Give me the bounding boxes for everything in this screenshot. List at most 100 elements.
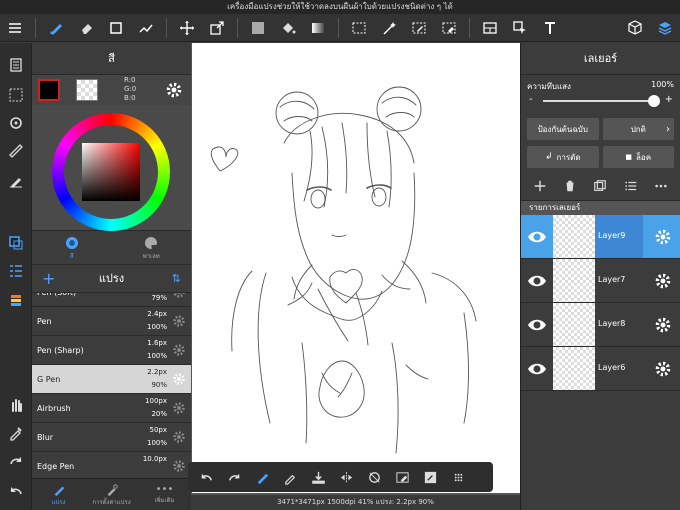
blend-mode-button[interactable]: ปกติ › bbox=[602, 118, 674, 140]
magic-wand-icon[interactable] bbox=[377, 16, 401, 40]
fill-color-icon[interactable] bbox=[246, 16, 270, 40]
layer-settings-gear-icon[interactable] bbox=[654, 228, 672, 246]
quick-clear-icon[interactable] bbox=[389, 464, 415, 490]
quick-brush-icon[interactable] bbox=[249, 464, 275, 490]
brush-settings-gear-icon[interactable] bbox=[172, 372, 186, 386]
material-icon[interactable] bbox=[623, 16, 647, 40]
brush-item[interactable]: Pen 2.4px 100% bbox=[32, 307, 191, 336]
rotate-icon[interactable] bbox=[4, 111, 28, 135]
opacity-plus-button[interactable]: + bbox=[665, 94, 673, 105]
brush-opacity: 90% bbox=[151, 381, 167, 389]
layer-row[interactable]: Layer8 bbox=[521, 303, 680, 347]
transform-tool-icon[interactable] bbox=[205, 16, 229, 40]
visibility-eye-icon[interactable] bbox=[527, 316, 547, 334]
brush-tool-icon[interactable] bbox=[44, 16, 68, 40]
ruler-icon[interactable] bbox=[4, 139, 28, 163]
layer-settings-gear-icon[interactable] bbox=[654, 360, 672, 378]
brush-settings-gear-icon[interactable] bbox=[172, 343, 186, 357]
layer-row[interactable]: Layer7 bbox=[521, 259, 680, 303]
quick-more-icon[interactable] bbox=[445, 464, 471, 490]
tab-color[interactable]: สี bbox=[32, 231, 112, 264]
color-panel-icon[interactable] bbox=[4, 231, 28, 255]
duplicate-layer-icon[interactable] bbox=[593, 179, 607, 193]
brush-item[interactable]: Airbrush 100px 20% bbox=[32, 394, 191, 423]
redo-icon[interactable] bbox=[4, 449, 28, 473]
brush-settings-gear-icon[interactable] bbox=[172, 401, 186, 415]
menu-icon[interactable] bbox=[3, 16, 27, 40]
gallery-icon[interactable] bbox=[4, 53, 28, 77]
quick-undo-icon[interactable] bbox=[193, 464, 219, 490]
brush-settings-gear-icon[interactable] bbox=[172, 459, 186, 473]
layer-settings-gear-icon[interactable] bbox=[654, 316, 672, 334]
chevron-right-icon: › bbox=[666, 123, 670, 135]
layer-row[interactable]: Layer9 bbox=[521, 215, 680, 259]
visibility-eye-icon[interactable] bbox=[527, 272, 547, 290]
brush-name: G Pen bbox=[37, 375, 61, 384]
protect-alpha-button[interactable]: ป้องกันต้นฉบับ bbox=[527, 118, 599, 140]
clipping-button[interactable]: ↲ การตัด bbox=[527, 146, 599, 168]
undo-icon[interactable] bbox=[4, 479, 28, 503]
layer-settings-gear-icon[interactable] bbox=[654, 272, 672, 290]
visibility-eye-icon[interactable] bbox=[527, 228, 547, 246]
tab-brush[interactable]: แปรง bbox=[32, 479, 85, 510]
pen-icon[interactable] bbox=[4, 169, 28, 193]
brush-item[interactable]: Pen (Sharp) 1.6px 100% bbox=[32, 336, 191, 365]
object-tool-icon[interactable] bbox=[508, 16, 532, 40]
color-brush-panel: สี R:0 G:0 B:0 สี พาเลท + แปรง ⇅ 79% Pen… bbox=[32, 43, 191, 510]
hand-icon[interactable] bbox=[4, 393, 28, 417]
delete-layer-icon[interactable] bbox=[563, 179, 577, 193]
layer-thumbnail bbox=[553, 347, 595, 390]
opacity-slider-knob[interactable] bbox=[648, 95, 660, 107]
quick-redo-icon[interactable] bbox=[221, 464, 247, 490]
quick-save-icon[interactable] bbox=[305, 464, 331, 490]
saturation-square[interactable] bbox=[82, 143, 140, 201]
visibility-eye-icon[interactable] bbox=[527, 360, 547, 378]
select-tool-icon[interactable] bbox=[347, 16, 371, 40]
quick-flip-icon[interactable] bbox=[333, 464, 359, 490]
brush-item[interactable]: Edge Pen 10.0px bbox=[32, 452, 191, 479]
add-layer-icon[interactable] bbox=[533, 179, 547, 193]
selection-icon[interactable] bbox=[4, 83, 28, 107]
add-brush-button[interactable]: + bbox=[42, 265, 55, 293]
eraser-tool-icon[interactable] bbox=[74, 16, 98, 40]
select-eraser-icon[interactable] bbox=[437, 16, 461, 40]
select-pen-icon[interactable] bbox=[407, 16, 431, 40]
tab-brush-settings[interactable]: การตั้งค่าแปรง bbox=[85, 479, 138, 510]
color-settings-gear-icon[interactable] bbox=[165, 81, 183, 99]
transparent-swatch[interactable] bbox=[76, 79, 98, 101]
opacity-minus-button[interactable]: - bbox=[529, 94, 533, 105]
tab-more[interactable]: ••• เพิ่มเติม bbox=[138, 479, 191, 510]
brush-settings-gear-icon[interactable] bbox=[172, 293, 186, 299]
snap-tool-icon[interactable] bbox=[134, 16, 158, 40]
gradient-tool-icon[interactable] bbox=[306, 16, 330, 40]
brush-bottom-tabs: แปรง การตั้งค่าแปรง ••• เพิ่มเติม bbox=[32, 478, 191, 510]
layers-icon[interactable] bbox=[653, 16, 677, 40]
layer-more-icon[interactable] bbox=[654, 179, 668, 193]
eyedropper-icon[interactable] bbox=[4, 421, 28, 445]
tab-palette[interactable]: พาเลท bbox=[112, 231, 192, 264]
text-tool-icon[interactable] bbox=[538, 16, 562, 40]
move-tool-icon[interactable] bbox=[175, 16, 199, 40]
frame-divider-icon[interactable] bbox=[478, 16, 502, 40]
palette-bars-icon[interactable] bbox=[4, 289, 28, 313]
drawing-canvas[interactable] bbox=[192, 43, 520, 493]
brush-size: 50px bbox=[149, 426, 168, 434]
opacity-slider[interactable] bbox=[543, 100, 655, 102]
lock-button[interactable]: ■ ล็อค bbox=[602, 146, 674, 168]
quick-fill-icon[interactable] bbox=[417, 464, 443, 490]
foreground-swatch[interactable] bbox=[38, 79, 60, 101]
bucket-tool-icon[interactable] bbox=[276, 16, 300, 40]
brush-list-icon[interactable] bbox=[4, 259, 28, 283]
shape-tool-icon[interactable] bbox=[104, 16, 128, 40]
layer-list-icon[interactable] bbox=[624, 179, 638, 193]
sort-brush-icon[interactable]: ⇅ bbox=[172, 265, 181, 293]
quick-rotate-icon[interactable] bbox=[361, 464, 387, 490]
brush-settings-gear-icon[interactable] bbox=[172, 314, 186, 328]
quick-eyedropper-icon[interactable] bbox=[277, 464, 303, 490]
hue-wheel[interactable] bbox=[52, 113, 170, 231]
brush-settings-gear-icon[interactable] bbox=[172, 430, 186, 444]
layer-row[interactable]: Layer6 bbox=[521, 347, 680, 391]
brush-item[interactable]: Pen (Soft) 79% bbox=[32, 293, 191, 307]
brush-item[interactable]: G Pen 2.2px 90% bbox=[32, 365, 191, 394]
brush-item[interactable]: Blur 50px 100% bbox=[32, 423, 191, 452]
